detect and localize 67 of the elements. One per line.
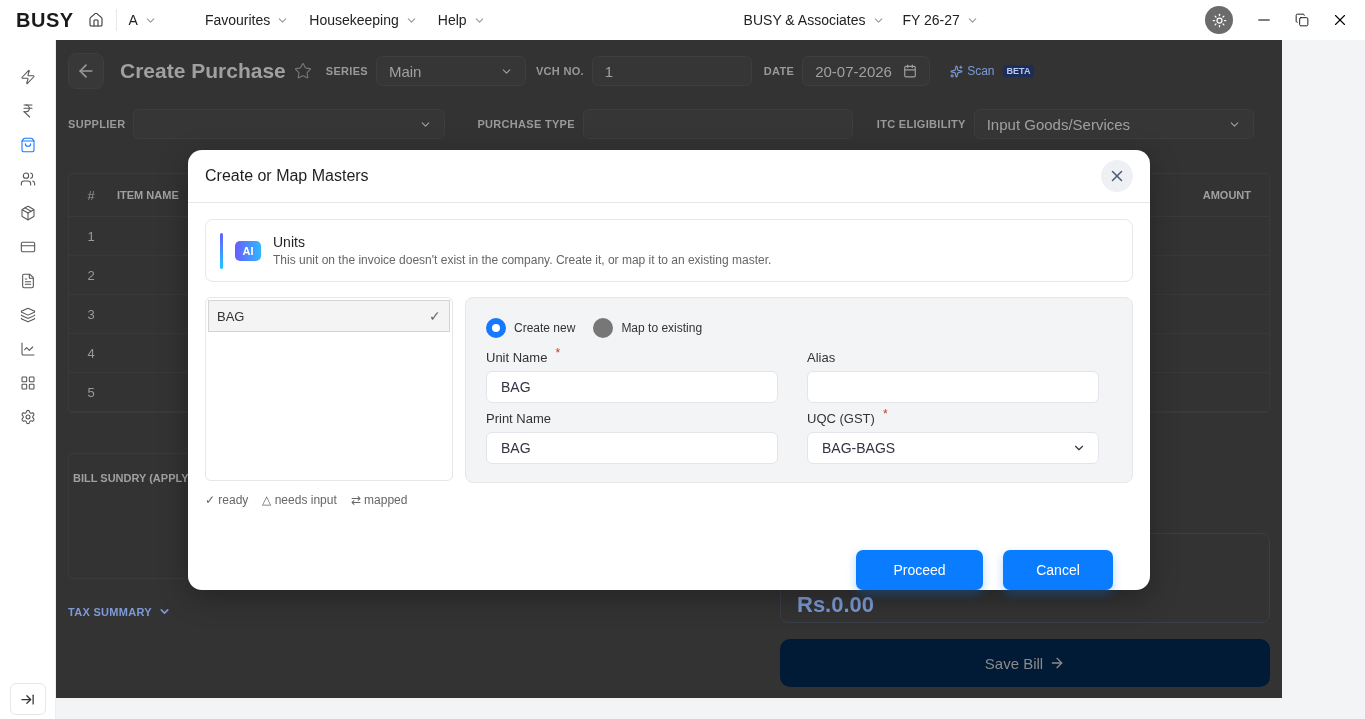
theme-toggle[interactable] — [1205, 6, 1233, 34]
accent-bar — [220, 232, 223, 269]
field-label: SERIES — [325, 65, 368, 77]
uqc-select[interactable]: BAG-BAGS — [807, 432, 1099, 464]
input-field[interactable] — [807, 371, 1099, 403]
ai-badge: AI — [235, 240, 261, 261]
info-text: This unit on the invoice doesn't exist in the company. Create it, or map it to an existing master. — [273, 253, 772, 267]
legend-text: ✓ ready — [205, 493, 249, 507]
menu-item[interactable]: Favourites — [204, 12, 290, 28]
close-button[interactable] — [1101, 160, 1133, 192]
field-label: UQC (GST) — [807, 411, 875, 428]
field-label: PURCHASE TYPE — [477, 118, 575, 130]
company-menu[interactable]: BUSY & Associates — [743, 12, 885, 28]
series-select[interactable]: Main — [375, 56, 526, 86]
restore-icon[interactable] — [1295, 13, 1309, 27]
collapse-button[interactable] — [9, 683, 46, 715]
row-number: 3 — [86, 306, 96, 322]
radio-label: Map to existing — [621, 321, 703, 335]
logo: BUSY — [16, 8, 74, 32]
row-number: 2 — [86, 267, 96, 283]
check-mark: ✓ — [429, 308, 441, 324]
column-header: AMOUNT — [1202, 189, 1251, 201]
radio-button[interactable] — [486, 318, 506, 338]
field-label: Print Name — [486, 411, 552, 428]
dialog-title: Create or Map Masters — [205, 167, 369, 185]
date-field[interactable]: 20-07-2026 — [802, 56, 931, 86]
row-number: 1 — [86, 228, 96, 244]
beta-badge: BETA — [1002, 65, 1035, 77]
itc-select[interactable]: Input Goods/Services — [973, 109, 1254, 139]
column-header: BILL SUNDRY (APPLY — [73, 472, 189, 484]
proceed-button[interactable]: Proceed — [856, 550, 983, 590]
required-mark: * — [555, 346, 561, 362]
sparkle-icon — [950, 64, 964, 78]
calendar-icon — [903, 64, 918, 78]
sun-icon — [1211, 12, 1227, 28]
column-header: # — [86, 187, 96, 203]
tax-summary-toggle[interactable]: TAX SUMMARY — [68, 605, 171, 618]
cancel-button[interactable]: Cancel — [1003, 550, 1113, 590]
field-label: ITC ELIGIBILITY — [876, 118, 966, 130]
scan-button[interactable]: Scan — [944, 61, 995, 81]
menu-item[interactable]: Help — [437, 12, 486, 28]
column-header: ITEM NAME — [117, 189, 179, 201]
menu-item[interactable]: Housekeeping — [309, 12, 418, 28]
radio-button[interactable] — [593, 318, 614, 338]
row-number: 4 — [86, 345, 96, 361]
required-mark: * — [882, 407, 888, 423]
page-title: Create Purchase — [120, 59, 286, 83]
total-amount: Rs.0.00 — [797, 592, 875, 618]
row-number: 5 — [86, 384, 96, 400]
voucher-number-field[interactable]: 1 — [591, 56, 752, 86]
field-label: VCH NO. — [535, 65, 584, 77]
legend-text: ⇄ mapped — [350, 493, 408, 507]
info-title: Units — [273, 234, 306, 250]
field-label: DATE — [763, 65, 795, 77]
field-label: Alias — [807, 350, 836, 367]
star-icon[interactable] — [293, 62, 312, 80]
field-label: SUPPLIER — [68, 118, 126, 130]
field-label: Unit Name — [486, 350, 548, 367]
list-item[interactable]: BAG ✓ — [208, 300, 450, 332]
radio-label: Create new — [514, 321, 576, 335]
back-button[interactable] — [68, 53, 104, 89]
fiscal-year-menu[interactable]: FY 26-27 — [902, 12, 979, 28]
legend-text: △ needs input — [262, 493, 337, 507]
input-field[interactable]: BAG — [486, 371, 778, 403]
company-switcher[interactable]: A — [128, 12, 157, 28]
save-bill-button[interactable]: Save Bill — [780, 639, 1270, 687]
input-field[interactable]: BAG — [486, 432, 778, 464]
